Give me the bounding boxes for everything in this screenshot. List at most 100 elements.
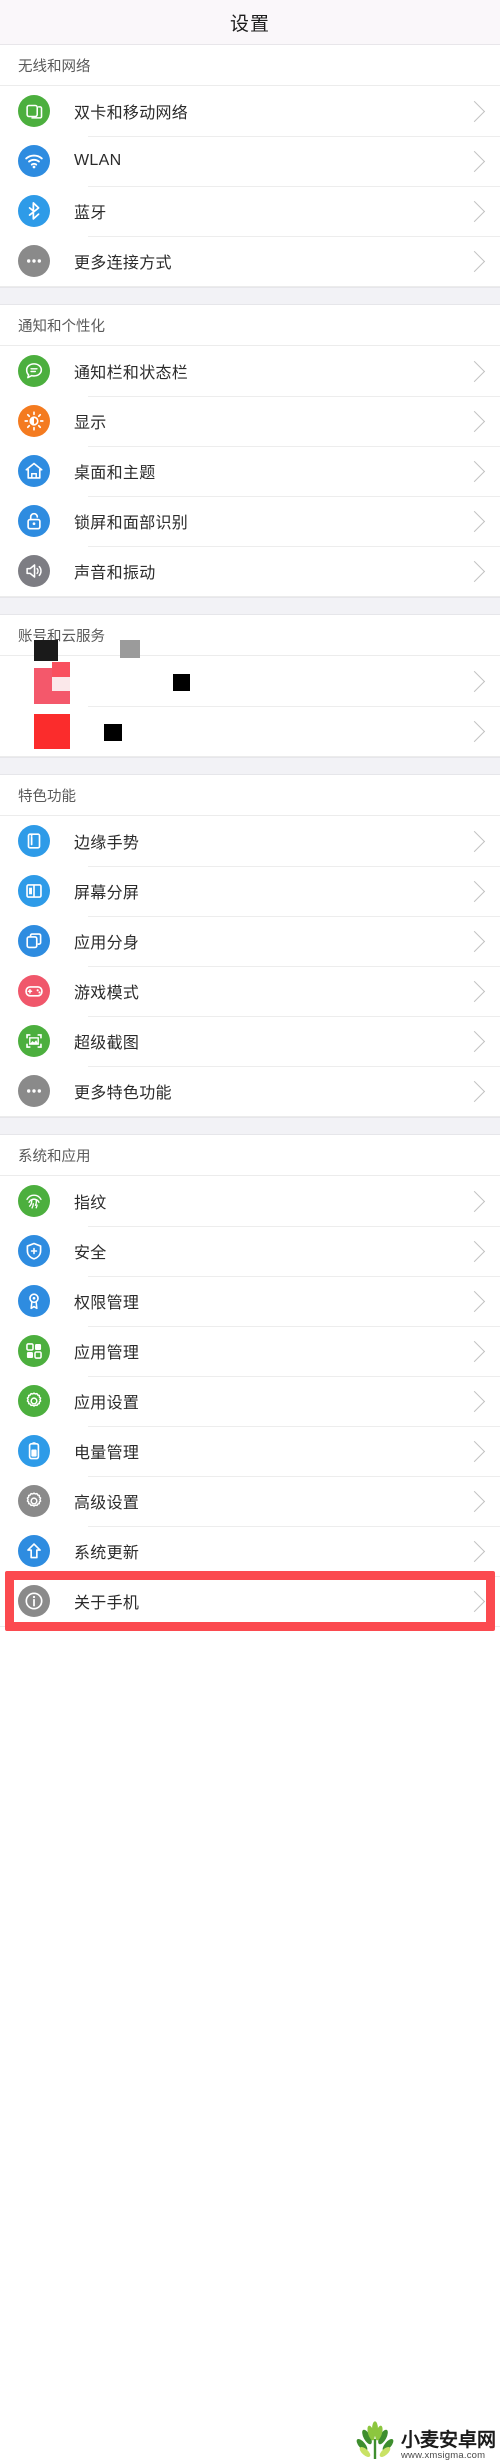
settings-row[interactable]: 关于手机 (0, 1576, 500, 1626)
section-rows: 通知栏和状态栏 显示桌面和主题锁屏和面部识别 声音和振动 (0, 346, 500, 596)
settings-row[interactable]: 屏幕分屏 (0, 866, 500, 916)
sim-card-icon (18, 95, 50, 127)
section-header: 特色功能 (0, 775, 500, 816)
chevron-right-icon (463, 1190, 486, 1212)
settings-row-label: 声音和振动 (74, 565, 156, 582)
chevron-right-icon (463, 1340, 486, 1362)
speaker-icon (18, 555, 50, 587)
settings-row[interactable]: 更多连接方式 (0, 236, 500, 286)
chevron-right-icon (463, 1540, 486, 1562)
settings-row[interactable]: 超级截图 (0, 1016, 500, 1066)
settings-row-label: 锁屏和面部识别 (74, 515, 189, 532)
chevron-right-icon (463, 670, 486, 692)
screenshot-icon (18, 1025, 50, 1057)
section-gap (0, 597, 500, 615)
home-icon (18, 455, 50, 487)
info-icon (18, 1585, 50, 1617)
settings-row[interactable]: 更多特色功能 (0, 1066, 500, 1116)
settings-row-label: 应用设置 (74, 1395, 140, 1412)
fingerprint-icon (18, 1185, 50, 1217)
watermark-url: www.xmsigma.com (400, 2449, 486, 2461)
settings-row[interactable]: 指纹 (0, 1176, 500, 1226)
settings-row-label: 关于手机 (74, 1595, 140, 1612)
settings-row-label: 更多特色功能 (74, 1085, 172, 1102)
app-manage-icon (18, 1335, 50, 1367)
chevron-right-icon (463, 980, 486, 1002)
chevron-right-icon (463, 1030, 486, 1052)
settings-row[interactable]: 双卡和移动网络 (0, 86, 500, 136)
settings-row-label: 屏幕分屏 (74, 885, 140, 902)
settings-row-label: 超级截图 (74, 1035, 140, 1052)
settings-row-label: 显示 (74, 415, 107, 432)
settings-row-label: 更多连接方式 (74, 255, 172, 272)
settings-row[interactable]: 权限管理 (0, 1276, 500, 1326)
chevron-right-icon (463, 1390, 486, 1412)
lock-icon (18, 505, 50, 537)
chevron-right-icon (463, 720, 486, 742)
settings-row[interactable]: 通知栏和状态栏 (0, 346, 500, 396)
settings-row[interactable]: 边缘手势 (0, 816, 500, 866)
more-dots-icon (18, 1075, 50, 1107)
settings-row-label: 安全 (74, 1245, 107, 1262)
settings-row[interactable]: 应用分身 (0, 916, 500, 966)
settings-row-label: 双卡和移动网络 (74, 105, 189, 122)
chevron-right-icon (463, 1490, 486, 1512)
settings-row[interactable]: 高级设置 (0, 1476, 500, 1526)
section-rows: 边缘手势屏幕分屏应用分身游戏模式超级截图更多特色功能 (0, 816, 500, 1116)
watermark-name: 小麦安卓网 (400, 2429, 496, 2451)
settings-row[interactable]: 安全 (0, 1226, 500, 1276)
settings-sections: 无线和网络 双卡和移动网络 WLAN 蓝牙 更多连接方式 通知和个性化 通知栏和状态栏 显示桌… (0, 45, 500, 1627)
chevron-right-icon (463, 360, 486, 382)
page-title: 设置 (229, 13, 270, 35)
settings-row[interactable]: 声音和振动 (0, 546, 500, 596)
settings-row-label: 蓝牙 (74, 205, 107, 222)
settings-row[interactable]: 电量管理 (0, 1426, 500, 1476)
settings-row-redacted[interactable] (0, 640, 500, 706)
shield-icon (18, 1235, 50, 1267)
chevron-right-icon (463, 460, 486, 482)
notification-bubble-icon (18, 355, 50, 387)
app-clone-icon (18, 925, 50, 957)
chevron-right-icon (463, 100, 486, 122)
settings-row[interactable]: 应用管理 (0, 1326, 500, 1376)
section-divider (0, 1626, 500, 1627)
settings-row-redacted[interactable] (0, 706, 500, 756)
settings-row[interactable]: 系统更新 (0, 1526, 500, 1576)
wifi-icon (18, 145, 50, 177)
settings-row-label: 高级设置 (74, 1495, 140, 1512)
chevron-right-icon (463, 150, 486, 172)
settings-row[interactable]: 锁屏和面部识别 (0, 496, 500, 546)
settings-row-label: 电量管理 (74, 1445, 140, 1462)
redaction-block (104, 724, 122, 741)
settings-row[interactable]: 游戏模式 (0, 966, 500, 1016)
advanced-gear-icon (18, 1485, 50, 1517)
settings-row-label: 指纹 (74, 1195, 107, 1212)
settings-row-label: 系统更新 (74, 1545, 140, 1562)
chevron-right-icon (463, 510, 486, 532)
section-header: 账号和云服务 (0, 615, 500, 656)
settings-row-label: 通知栏和状态栏 (74, 365, 189, 382)
app-settings-gear-icon (18, 1385, 50, 1417)
redaction-block (34, 640, 58, 661)
settings-row[interactable]: WLAN (0, 136, 500, 186)
section-gap (0, 287, 500, 305)
settings-row-label: WLAN (74, 152, 122, 169)
chevron-right-icon (463, 560, 486, 582)
chevron-right-icon (463, 1590, 486, 1612)
settings-row-label: 应用分身 (74, 935, 140, 952)
settings-row[interactable]: 蓝牙 (0, 186, 500, 236)
settings-row[interactable]: 应用设置 (0, 1376, 500, 1426)
settings-row[interactable]: 桌面和主题 (0, 446, 500, 496)
battery-icon (18, 1435, 50, 1467)
section-header: 系统和应用 (0, 1135, 500, 1176)
redaction-block (52, 662, 70, 678)
chevron-right-icon (463, 410, 486, 432)
settings-row-label: 桌面和主题 (74, 465, 156, 482)
permission-key-icon (18, 1285, 50, 1317)
settings-row-label: 应用管理 (74, 1345, 140, 1362)
wheat-logo-icon (356, 2421, 394, 2459)
settings-row-label: 游戏模式 (74, 985, 140, 1002)
chevron-right-icon (463, 930, 486, 952)
chevron-right-icon (463, 200, 486, 222)
settings-row[interactable]: 显示 (0, 396, 500, 446)
